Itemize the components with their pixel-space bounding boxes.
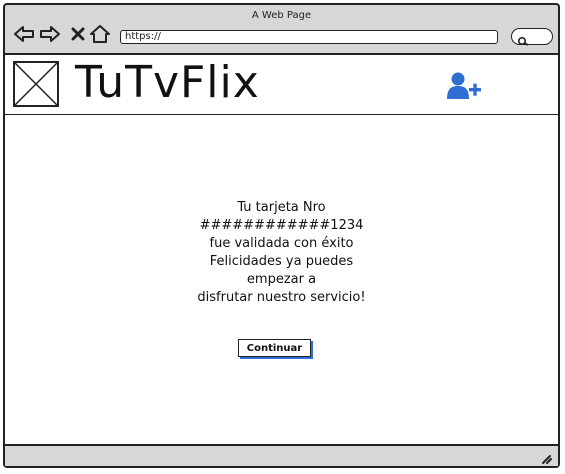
resize-grip-icon[interactable] bbox=[538, 449, 552, 464]
message-line: empezar a bbox=[246, 272, 317, 287]
browser-toolbar: A Web Page https:// bbox=[5, 5, 558, 53]
message-line: ############1234 bbox=[199, 218, 364, 233]
search-icon bbox=[517, 31, 529, 50]
user-plus-icon[interactable] bbox=[445, 71, 485, 101]
page-content: TuTvFlix Tu tarjeta Nro ############1234… bbox=[5, 53, 558, 446]
close-icon[interactable] bbox=[67, 23, 89, 45]
arrow-right-icon[interactable] bbox=[39, 23, 61, 45]
status-bar bbox=[5, 444, 558, 466]
message-line: fue validada con éxito bbox=[209, 236, 354, 251]
browser-search-box[interactable] bbox=[511, 28, 553, 46]
image-placeholder-icon bbox=[13, 61, 59, 107]
window-title: A Web Page bbox=[251, 10, 312, 21]
message-line: disfrutar nuestro servicio! bbox=[197, 290, 366, 305]
message-line: Felicidades ya puedes bbox=[209, 254, 354, 269]
message-line: Tu tarjeta Nro bbox=[237, 200, 326, 215]
arrow-left-icon[interactable] bbox=[13, 23, 35, 45]
brand-logo-text: TuTvFlix bbox=[75, 57, 260, 108]
continue-button[interactable]: Continuar bbox=[238, 339, 311, 357]
browser-window: A Web Page https:// TuTvFlix Tu tarjeta … bbox=[3, 3, 560, 468]
home-icon[interactable] bbox=[89, 23, 111, 45]
validation-message: Tu tarjeta Nro ############1234 fue vali… bbox=[5, 199, 558, 307]
address-bar[interactable]: https:// bbox=[120, 30, 498, 44]
site-header: TuTvFlix bbox=[5, 55, 558, 115]
